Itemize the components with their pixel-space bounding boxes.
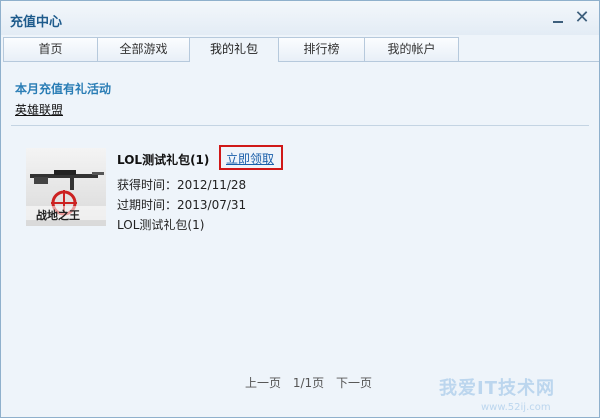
close-button[interactable]: ✕ (573, 9, 591, 27)
gift-description: LOL测试礼包(1) (117, 218, 205, 232)
page-status: 1/1页 (292, 376, 325, 390)
pagination: 上一页 1/1页 下一页 (245, 374, 380, 391)
window-title: 充值中心 (10, 15, 63, 30)
tab-home[interactable]: 首页 (3, 37, 98, 61)
gift-name: LOL测试礼包(1) (117, 153, 210, 167)
promo-title: 本月充值有礼活动 (15, 82, 112, 96)
obtained-time: 获得时间：2012/11/28 (117, 178, 247, 192)
next-page-link[interactable]: 下一页 (336, 376, 372, 390)
title-bar: 充值中心 ✕ (1, 1, 599, 35)
claim-now-link[interactable]: 立即领取 (226, 150, 274, 167)
watermark-url: www.52ij.com (481, 402, 551, 413)
minimize-button[interactable] (549, 9, 567, 27)
game-link-lol[interactable]: 英雄联盟 (15, 101, 63, 118)
watermark-logo: 我爱IT技术网 (439, 378, 555, 399)
tab-all-games[interactable]: 全部游戏 (97, 37, 190, 61)
gift-thumbnail: 战地之王 (26, 148, 106, 226)
prev-page-link[interactable]: 上一页 (245, 376, 281, 390)
tab-rankings[interactable]: 排行榜 (278, 37, 365, 61)
expiry-time: 过期时间：2013/07/31 (117, 198, 247, 212)
minimize-icon (553, 21, 563, 23)
tab-my-account[interactable]: 我的帐户 (364, 37, 459, 61)
close-icon: ✕ (574, 7, 590, 28)
recharge-center-window: 充值中心 ✕ 首页 全部游戏 我的礼包 排行榜 我的帐户 本月充值有礼活动 英雄… (0, 0, 600, 418)
tab-my-gifts[interactable]: 我的礼包 (189, 37, 279, 62)
divider (11, 125, 589, 126)
tab-bar: 首页 全部游戏 我的礼包 排行榜 我的帐户 (3, 35, 599, 62)
thumb-caption: 战地之王 (36, 209, 80, 222)
